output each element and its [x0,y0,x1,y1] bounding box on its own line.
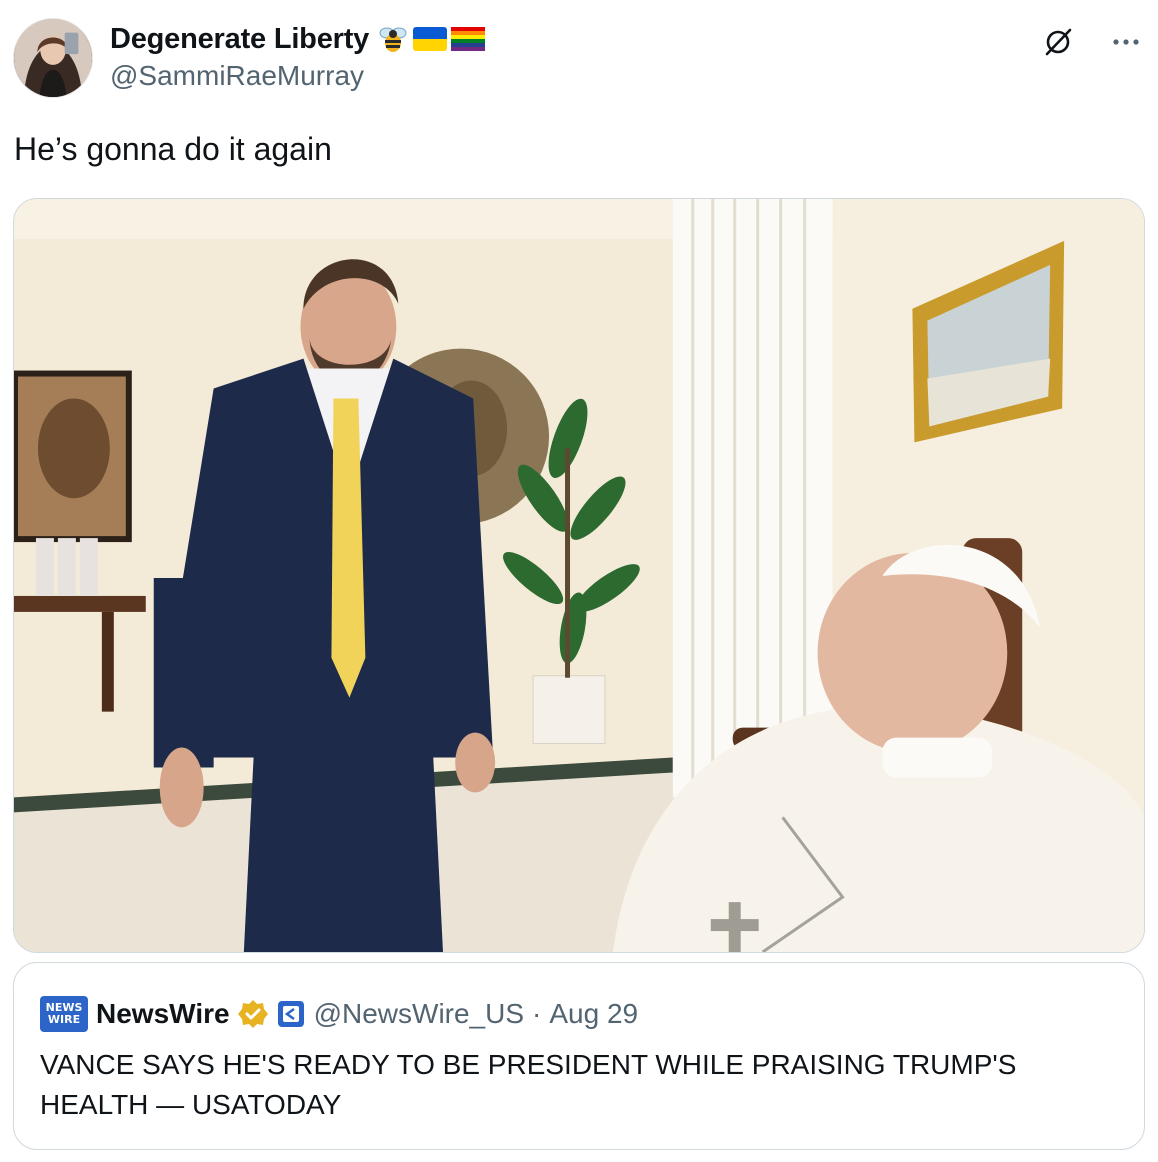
quoted-author-handle[interactable]: @NewsWire_US [314,998,524,1030]
meta-separator: · [532,998,542,1029]
affiliate-badge-icon [277,1001,304,1027]
newswire-logo: NEWS WIRE [40,996,88,1032]
name-emojis [377,23,486,55]
more-icon[interactable] [1108,24,1144,60]
tweet-text: He’s gonna do it again [14,131,332,167]
verified-badge-icon [237,1000,268,1028]
avatar-image [14,19,92,97]
quoted-post[interactable]: NEWS WIRE NewsWire @NewsWire_US · Aug 29… [13,962,1145,1150]
quoted-post-date[interactable]: Aug 29 [549,998,638,1030]
bee-emoji [379,27,407,52]
author-name-row: Degenerate Liberty [110,18,486,60]
rainbow-flag-emoji [451,27,486,51]
author-handle[interactable]: @SammiRaeMurray [110,60,364,92]
ellipsis-glyph [1113,39,1139,45]
ukraine-flag-emoji [413,27,448,51]
photo-illustration [14,199,1144,952]
tweet: Degenerate Liberty @SammiRaeMurray He’s … [0,0,1158,1162]
quoted-post-header: NEWS WIRE NewsWire @NewsWire_US · Aug 29 [40,993,638,1035]
logo-text-bottom: WIRE [47,1013,81,1026]
author-display-name[interactable]: Degenerate Liberty [110,23,369,56]
grok-glyph [1045,28,1072,56]
tweet-photo[interactable] [13,198,1145,953]
quoted-post-text: VANCE SAYS HE'S READY TO BE PRESIDENT WH… [40,1049,1017,1120]
author-avatar[interactable] [13,18,93,98]
grok-icon[interactable] [1040,24,1076,60]
quoted-author-name[interactable]: NewsWire [96,998,230,1030]
